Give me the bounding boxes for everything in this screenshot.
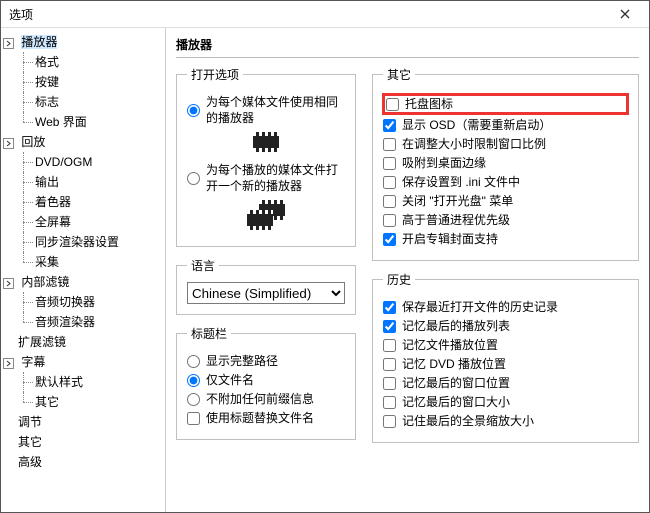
misc-cover-checkbox[interactable]: 开启专辑封面支持 xyxy=(383,231,628,247)
tree-ar[interactable]: 音频渲染器 xyxy=(35,312,163,332)
settings-panel: 播放器 打开选项 为每个媒体文件使用相同的播放器 为每个播放的媒体文件打开一个新… xyxy=(166,28,649,512)
misc-ini-checkbox[interactable]: 保存设置到 .ini 文件中 xyxy=(383,174,628,190)
tree-intfilters-label[interactable]: 内部滤镜 xyxy=(21,275,69,289)
titlebar: 选项 xyxy=(1,1,649,28)
collapse-icon[interactable] xyxy=(3,278,14,289)
misc-tray-checkbox[interactable]: 托盘图标 xyxy=(383,94,628,114)
options-window: 选项 播放器 格式 按键 xyxy=(0,0,650,513)
hist-dvdpos-checkbox[interactable]: 记忆 DVD 播放位置 xyxy=(383,356,628,372)
misc-snap-checkbox[interactable]: 吸附到桌面边缘 xyxy=(383,155,628,171)
hist-panzoom-checkbox[interactable]: 记住最后的全景缩放大小 xyxy=(383,413,628,429)
titlebar-noprefix[interactable]: 不附加任何前缀信息 xyxy=(187,391,345,407)
collapse-icon[interactable] xyxy=(3,358,14,369)
misc-group: 其它 托盘图标 显示 OSD（需要重新启动） 在调整大小时限制窗口比例 吸附到桌… xyxy=(372,66,639,261)
tree-logo[interactable]: 标志 xyxy=(35,92,163,112)
hist-filepos-checkbox[interactable]: 记忆文件播放位置 xyxy=(383,337,628,353)
close-button[interactable] xyxy=(607,4,643,24)
language-group: 语言 Chinese (Simplified) xyxy=(176,257,356,315)
open-same-radio-input[interactable] xyxy=(187,104,200,117)
tree-intfilters[interactable]: 内部滤镜 音频切换器 音频渲染器 xyxy=(3,272,163,332)
misc-legend: 其它 xyxy=(383,66,415,83)
tree-extfilters-label[interactable]: 扩展滤镜 xyxy=(18,335,66,349)
misc-osd-checkbox[interactable]: 显示 OSD（需要重新启动） xyxy=(383,117,628,133)
tree-capture[interactable]: 采集 xyxy=(35,252,163,272)
open-options-legend: 打开选项 xyxy=(187,66,243,83)
film-multi-icon xyxy=(247,200,285,230)
tree-buttons[interactable]: 按键 xyxy=(35,72,163,92)
tree-fullscreen[interactable]: 全屏幕 xyxy=(35,212,163,232)
open-same-radio[interactable]: 为每个媒体文件使用相同的播放器 xyxy=(187,94,345,126)
collapse-icon[interactable] xyxy=(3,138,14,149)
tree-playback-label[interactable]: 回放 xyxy=(21,135,45,149)
tree-asw[interactable]: 音频切换器 xyxy=(35,292,163,312)
close-icon xyxy=(620,7,630,21)
tree-shader[interactable]: 着色器 xyxy=(35,192,163,212)
window-title: 选项 xyxy=(9,6,33,23)
history-legend: 历史 xyxy=(383,271,415,288)
tree-output[interactable]: 输出 xyxy=(35,172,163,192)
titlebar-titlesub[interactable]: 使用标题替换文件名 xyxy=(187,410,345,426)
hist-winpos-checkbox[interactable]: 记忆最后的窗口位置 xyxy=(383,375,628,391)
tree-syncren[interactable]: 同步渲染器设置 xyxy=(35,232,163,252)
hist-winsize-checkbox[interactable]: 记忆最后的窗口大小 xyxy=(383,394,628,410)
film-single-icon xyxy=(253,132,279,152)
open-new-radio-input[interactable] xyxy=(187,172,200,185)
titlebar-legend: 标题栏 xyxy=(187,325,231,342)
open-options-group: 打开选项 为每个媒体文件使用相同的播放器 为每个播放的媒体文件打开一个新的播放器 xyxy=(176,66,356,247)
misc-autoplay-checkbox[interactable]: 关闭 "打开光盘" 菜单 xyxy=(383,193,628,209)
tree-subs[interactable]: 字幕 默认样式 其它 xyxy=(3,352,163,412)
titlebar-fileonly[interactable]: 仅文件名 xyxy=(187,372,345,388)
titlebar-group: 标题栏 显示完整路径 仅文件名 不附加任何前缀信息 使用标题替换文件名 xyxy=(176,325,356,440)
tree-web[interactable]: Web 界面 xyxy=(35,112,163,132)
tree-misc[interactable]: 其它 xyxy=(3,432,163,452)
panel-title: 播放器 xyxy=(176,36,639,58)
tree-dvdogm[interactable]: DVD/OGM xyxy=(35,152,163,172)
tree-playback[interactable]: 回放 DVD/OGM 输出 着色器 全屏幕 同步渲染器设置 采集 xyxy=(3,132,163,272)
tree-defstyle[interactable]: 默认样式 xyxy=(35,372,163,392)
tree-format[interactable]: 格式 xyxy=(35,52,163,72)
tree-player[interactable]: 播放器 格式 按键 标志 Web 界面 xyxy=(3,32,163,132)
titlebar-fullpath[interactable]: 显示完整路径 xyxy=(187,353,345,369)
tree-extfilters[interactable]: 扩展滤镜 xyxy=(3,332,163,352)
category-tree: 播放器 格式 按键 标志 Web 界面 回放 xyxy=(1,28,166,512)
tree-subs-label[interactable]: 字幕 xyxy=(21,355,45,369)
tree-player-label[interactable]: 播放器 xyxy=(21,35,57,49)
tree-adv[interactable]: 高级 xyxy=(3,452,163,472)
open-new-radio[interactable]: 为每个播放的媒体文件打开一个新的播放器 xyxy=(187,162,345,194)
tree-tune[interactable]: 调节 xyxy=(3,412,163,432)
history-group: 历史 保存最近打开文件的历史记录 记忆最后的播放列表 记忆文件播放位置 记忆 D… xyxy=(372,271,639,443)
collapse-icon[interactable] xyxy=(3,38,14,49)
hist-recent-checkbox[interactable]: 保存最近打开文件的历史记录 xyxy=(383,299,628,315)
misc-prio-checkbox[interactable]: 高于普通进程优先级 xyxy=(383,212,628,228)
hist-playlist-checkbox[interactable]: 记忆最后的播放列表 xyxy=(383,318,628,334)
misc-ratio-checkbox[interactable]: 在调整大小时限制窗口比例 xyxy=(383,136,628,152)
language-legend: 语言 xyxy=(187,257,219,274)
tree-subother[interactable]: 其它 xyxy=(35,392,163,412)
language-select[interactable]: Chinese (Simplified) xyxy=(187,282,345,304)
